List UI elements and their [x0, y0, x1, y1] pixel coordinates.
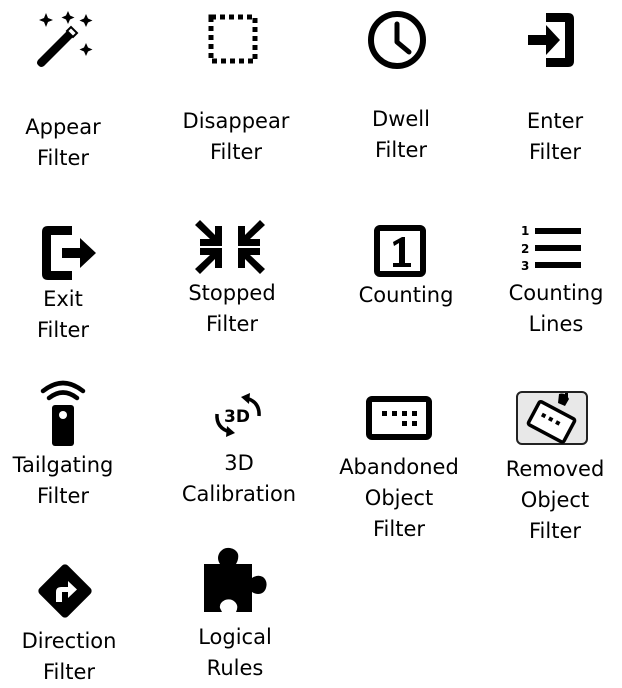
label-line: Counting — [358, 283, 454, 307]
numbered-list-icon: 1 2 3 — [521, 224, 581, 273]
tile-label: Appear Filter — [0, 112, 138, 174]
tile-label: Enter Filter — [480, 106, 622, 168]
svg-text:2: 2 — [521, 242, 529, 256]
compress-arrows-icon — [195, 220, 265, 274]
rotate-3d-icon: 3D — [215, 393, 261, 437]
label-line: Abandoned — [339, 455, 459, 479]
tile-label: Exit Filter — [0, 284, 138, 346]
svg-text:3D: 3D — [224, 407, 250, 427]
label-line: 3D — [224, 451, 254, 475]
tile-label: Removed Object Filter — [480, 454, 622, 547]
svg-text:3: 3 — [521, 259, 529, 273]
tile-label: Logical Rules — [160, 622, 310, 684]
label-line: Counting — [508, 281, 604, 305]
label-line: Object — [520, 488, 590, 512]
label-line: Appear — [25, 115, 101, 139]
magic-wand-icon — [37, 11, 93, 67]
clock-icon — [368, 11, 426, 69]
tile-label: Direction Filter — [0, 626, 144, 688]
counter-one-icon — [374, 225, 426, 277]
abandoned-object-icon — [366, 396, 432, 440]
label-line: Filter — [372, 517, 425, 541]
label-line: Removed — [505, 457, 605, 481]
label-line: Logical — [198, 625, 272, 649]
removed-object-icon — [516, 391, 588, 445]
label-line: Filter — [42, 660, 95, 684]
direction-sign-icon — [38, 564, 92, 618]
label-line: Enter — [526, 109, 584, 133]
enter-icon — [528, 13, 574, 67]
label-line: Filter — [374, 138, 427, 162]
tile-label: Dwell Filter — [326, 104, 476, 166]
label-line: Dwell — [372, 107, 430, 131]
label-line: Filter — [209, 140, 262, 164]
label-line: Filter — [528, 519, 581, 543]
exit-icon — [42, 226, 96, 280]
tile-label: Counting Lines — [481, 278, 622, 340]
label-line: Lines — [528, 312, 584, 336]
tile-label: Abandoned Object Filter — [324, 452, 474, 545]
label-line: Calibration — [181, 482, 297, 506]
label-line: Rules — [206, 656, 264, 680]
label-line: Filter — [528, 140, 581, 164]
label-line: Disappear — [182, 109, 290, 133]
tile-label: Counting — [331, 280, 481, 311]
label-line: Exit — [43, 287, 83, 311]
label-line: Filter — [36, 484, 89, 508]
label-line: Object — [364, 486, 434, 510]
tile-label: Tailgating Filter — [0, 450, 138, 512]
label-line: Stopped — [188, 281, 276, 305]
label-line: Tailgating — [12, 453, 114, 477]
label-line: Filter — [36, 318, 89, 342]
label-line: Filter — [205, 312, 258, 336]
tile-label: Stopped Filter — [157, 278, 307, 340]
puzzle-piece-icon — [204, 547, 267, 612]
remote-wifi-icon — [40, 380, 86, 446]
label-line: Filter — [36, 146, 89, 170]
label-line: Direction — [21, 629, 117, 653]
dotted-square-icon — [208, 14, 258, 64]
tile-label: 3D Calibration — [164, 448, 314, 510]
tile-label: Disappear Filter — [161, 106, 311, 168]
svg-text:1: 1 — [521, 224, 529, 238]
